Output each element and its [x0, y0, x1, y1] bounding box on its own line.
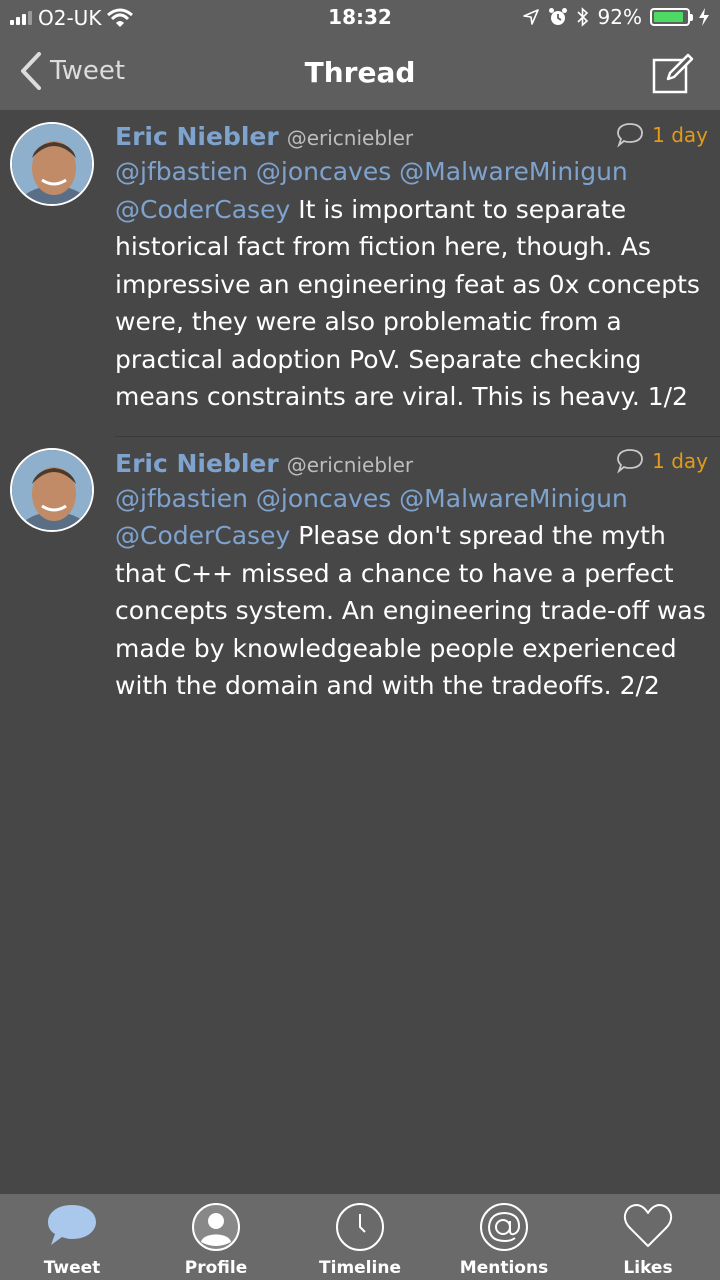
heart-icon: [623, 1204, 673, 1247]
tab-bar: Tweet Profile Timeline Mentions Likes: [0, 1194, 720, 1280]
avatar[interactable]: [10, 122, 94, 206]
compose-button[interactable]: [652, 52, 694, 98]
avatar[interactable]: [10, 447, 94, 532]
battery-percent: 92%: [597, 5, 642, 29]
page-title: Thread: [304, 56, 416, 89]
status-bar: O2-UK 18:32 92%: [0, 0, 720, 36]
tweet-text: It is important to separate historical f…: [115, 194, 700, 412]
mention-link[interactable]: @CoderCasey: [115, 195, 290, 224]
tab-tweet[interactable]: Tweet: [0, 1194, 144, 1280]
mention-links[interactable]: @jfbastien @joncaves @MalwareMinigun: [115, 484, 628, 513]
tweet-body: @jfbastien @joncaves @MalwareMinigun @Co…: [115, 153, 706, 416]
reply-bubble-icon[interactable]: [616, 122, 644, 148]
bluetooth-icon: [576, 7, 588, 27]
tab-profile[interactable]: Profile: [144, 1194, 288, 1280]
tab-label: Tweet: [43, 1258, 101, 1278]
tab-timeline[interactable]: Timeline: [288, 1194, 432, 1280]
tweet-meta: 1 day: [616, 448, 708, 474]
battery-level: [654, 12, 684, 22]
status-right: 92%: [522, 5, 710, 29]
navigation-bar: Tweet Thread: [0, 36, 720, 110]
tab-label: Timeline: [319, 1258, 401, 1278]
tab-mentions[interactable]: Mentions: [432, 1194, 576, 1280]
charging-bolt-icon: [699, 8, 709, 26]
clock-icon: [336, 1203, 384, 1251]
tweet-age: 1 day: [652, 448, 708, 473]
tab-label: Profile: [184, 1258, 248, 1278]
speech-bubble-icon: [48, 1205, 96, 1245]
person-icon: [192, 1203, 240, 1251]
tab-label: Mentions: [459, 1258, 549, 1278]
mention-links[interactable]: @jfbastien @joncaves @MalwareMinigun: [115, 157, 628, 186]
compose-icon: [652, 53, 694, 94]
battery-icon: [650, 8, 693, 26]
author-name[interactable]: Eric Niebler: [115, 449, 279, 478]
tweet-meta: 1 day: [616, 122, 708, 148]
tweet-item[interactable]: 1 day Eric Niebler @ericniebler @jfbasti…: [0, 435, 720, 725]
alarm-icon: [548, 8, 567, 25]
location-arrow-icon: [522, 9, 539, 25]
author-name[interactable]: Eric Niebler: [115, 122, 279, 151]
reply-bubble-icon[interactable]: [616, 448, 644, 474]
author-handle: @ericniebler: [286, 452, 414, 477]
at-sign-icon: [480, 1203, 528, 1251]
tab-label: Likes: [623, 1258, 673, 1278]
tweet-item[interactable]: 1 day Eric Niebler @ericniebler @jfbasti…: [0, 110, 720, 436]
author-handle: @ericniebler: [286, 126, 414, 150]
mention-link[interactable]: @CoderCasey: [115, 521, 290, 550]
thread-list[interactable]: 1 day Eric Niebler @ericniebler @jfbasti…: [0, 110, 720, 1194]
tweet-body: @jfbastien @joncaves @MalwareMinigun @Co…: [115, 480, 706, 705]
tab-likes[interactable]: Likes: [576, 1194, 720, 1280]
tweet-age: 1 day: [652, 123, 708, 147]
